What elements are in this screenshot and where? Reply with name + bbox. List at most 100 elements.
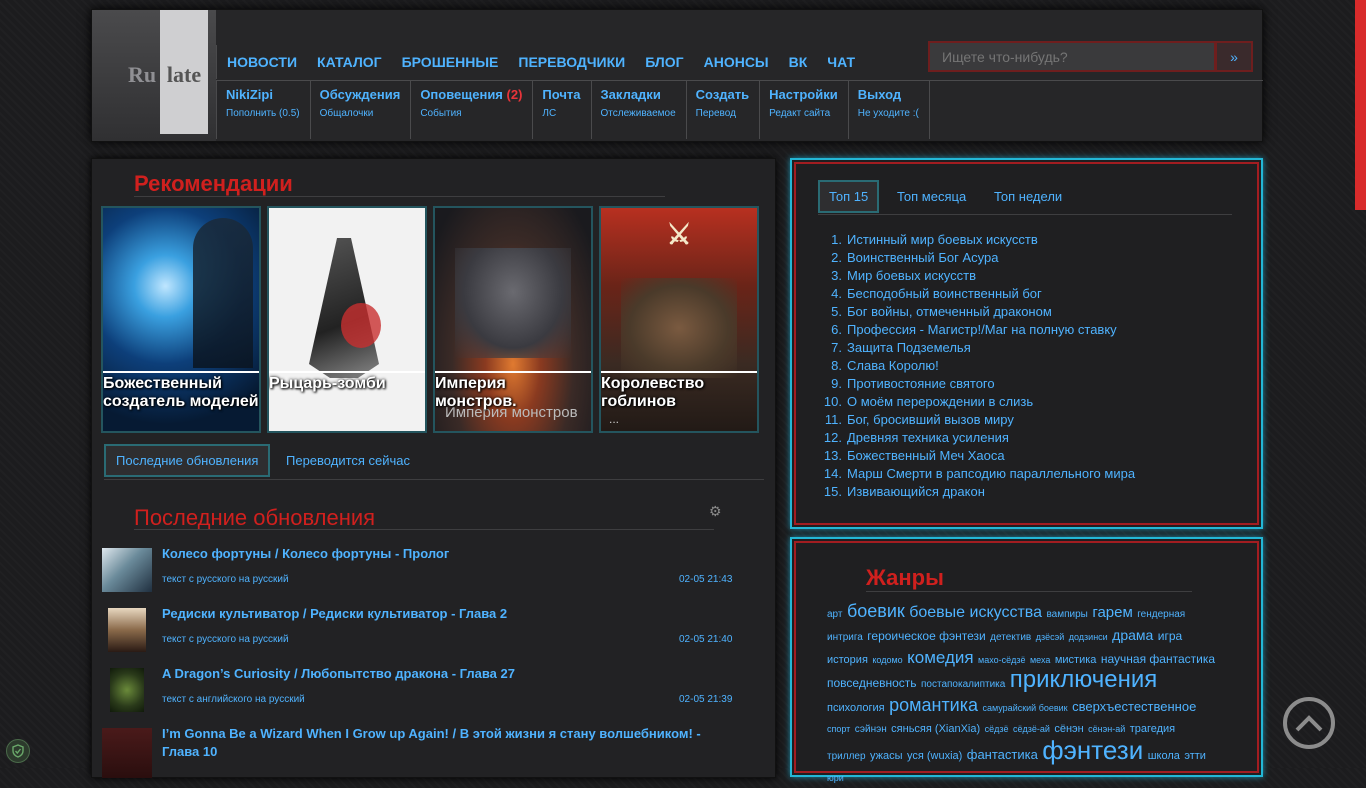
genre-tag[interactable]: уся (wuxia): [907, 750, 962, 762]
top-list-item[interactable]: 7. Защита Подземелья: [818, 339, 1135, 357]
top-list-item[interactable]: 13. Божественный Меч Хаоса: [818, 447, 1135, 465]
translation-link[interactable]: Перевод: [696, 108, 749, 119]
genre-tag[interactable]: арт: [827, 609, 842, 620]
search-button[interactable]: »: [1215, 41, 1253, 72]
top-item-title[interactable]: Защита Подземелья: [847, 340, 971, 355]
genre-tag[interactable]: самурайский боевик: [982, 703, 1067, 713]
tab-top-15[interactable]: Топ 15: [818, 180, 880, 213]
genre-tag[interactable]: приключения: [1010, 666, 1158, 693]
dont-leave-link[interactable]: Не уходите :(: [858, 108, 919, 119]
recommendation-card[interactable]: Рыцарь-зомби: [267, 206, 427, 433]
top-item-title[interactable]: Древняя техника усиления: [847, 430, 1009, 445]
genre-tag[interactable]: сёнэн: [1054, 723, 1083, 735]
nav-news[interactable]: НОВОСТИ: [227, 54, 297, 70]
genre-tag[interactable]: сёдзё: [985, 724, 1009, 734]
nav-announcements[interactable]: АНОНСЫ: [704, 54, 769, 70]
genre-tag[interactable]: психология: [827, 702, 885, 714]
recommendation-card[interactable]: Империя монстров Империя монстров.: [433, 206, 593, 433]
top-list-item[interactable]: 2. Воинственный Бог Асура: [818, 249, 1135, 267]
update-title-link[interactable]: I’m Gonna Be a Wizard When I Grow up Aga…: [162, 725, 722, 761]
balance-link[interactable]: Пополнить (0.5): [226, 108, 300, 119]
gear-icon[interactable]: ⚙: [709, 503, 722, 520]
top-item-title[interactable]: Мир боевых искусств: [847, 268, 976, 283]
genre-tag[interactable]: юри: [827, 773, 844, 783]
top-item-title[interactable]: Истинный мир боевых искусств: [847, 232, 1038, 247]
genre-tag[interactable]: дзёсэй: [1036, 632, 1065, 642]
site-editor-link[interactable]: Редакт сайта: [769, 108, 838, 119]
top-list-item[interactable]: 9. Противостояние святого: [818, 375, 1135, 393]
top-item-title[interactable]: Марш Смерти в рапсодию параллельного мир…: [847, 466, 1135, 481]
genre-tag[interactable]: меха: [1030, 655, 1050, 665]
top-item-title[interactable]: О моём перерождении в слизь: [847, 394, 1033, 409]
tracked-link[interactable]: Отслеживаемое: [601, 108, 676, 119]
genre-tag[interactable]: научная фантастика: [1101, 652, 1215, 666]
genre-tag[interactable]: игра: [1158, 629, 1182, 643]
top-item-title[interactable]: Бог войны, отмеченный драконом: [847, 304, 1052, 319]
top-item-title[interactable]: Бесподобный воинственный бог: [847, 286, 1042, 301]
nav-catalog[interactable]: КАТАЛОГ: [317, 54, 382, 70]
genre-tag[interactable]: сверхъестественное: [1072, 699, 1196, 714]
user-nav-profile[interactable]: NikiZipi Пополнить (0.5): [216, 81, 310, 139]
user-nav-bookmarks[interactable]: Закладки Отслеживаемое: [590, 81, 686, 139]
genre-tag[interactable]: драма: [1112, 627, 1153, 643]
book-thumbnail[interactable]: [102, 728, 152, 778]
tab-top-month[interactable]: Топ месяца: [897, 180, 966, 213]
user-nav-settings[interactable]: Настройки Редакт сайта: [759, 81, 848, 139]
tab-translating-now[interactable]: Переводится сейчас: [286, 444, 410, 477]
nav-blog[interactable]: БЛОГ: [645, 54, 683, 70]
genre-tag[interactable]: школа: [1148, 750, 1180, 762]
top-list-item[interactable]: 14. Марш Смерти в рапсодию параллельного …: [818, 465, 1135, 483]
nav-abandoned[interactable]: БРОШЕННЫЕ: [402, 54, 499, 70]
recommendation-card[interactable]: ⚔ ... Королевство гоблинов: [599, 206, 759, 433]
book-thumbnail[interactable]: [108, 608, 146, 652]
top-item-title[interactable]: Воинственный Бог Асура: [847, 250, 998, 265]
nav-vk[interactable]: ВК: [789, 54, 808, 70]
genre-tag[interactable]: сяньсяя (XianXia): [891, 723, 980, 735]
page-scrollbar-thumb[interactable]: [1355, 0, 1366, 210]
user-nav-logout[interactable]: Выход Не уходите :(: [847, 81, 930, 139]
genre-tag[interactable]: этти: [1184, 750, 1206, 762]
genre-tag[interactable]: вампиры: [1046, 609, 1087, 620]
genre-tag[interactable]: триллер: [827, 751, 866, 762]
tab-latest-updates[interactable]: Последние обновления: [104, 444, 271, 477]
recommendation-card[interactable]: Божественный создатель моделей: [101, 206, 261, 433]
top-list-item[interactable]: 12. Древняя техника усиления: [818, 429, 1135, 447]
top-list-item[interactable]: 11. Бог, бросивший вызов миру: [818, 411, 1135, 429]
genre-tag[interactable]: гарем: [1092, 604, 1132, 621]
genre-tag[interactable]: махо-сёдзё: [978, 655, 1025, 665]
site-logo[interactable]: Ru late: [92, 10, 216, 141]
top-list-item[interactable]: 8. Слава Королю!: [818, 357, 1135, 375]
nav-chat[interactable]: ЧАТ: [827, 54, 855, 70]
nav-translators[interactable]: ПЕРЕВОДЧИКИ: [518, 54, 625, 70]
genre-tag[interactable]: постапокалиптика: [921, 679, 1005, 690]
user-nav-mail[interactable]: Почта ЛС: [532, 81, 590, 139]
top-list-item[interactable]: 3. Мир боевых искусств: [818, 267, 1135, 285]
search-input[interactable]: [928, 41, 1216, 72]
book-thumbnail[interactable]: [102, 548, 152, 592]
user-nav-notifications[interactable]: Оповещения (2) События: [410, 81, 532, 139]
genre-tag[interactable]: детектив: [990, 632, 1031, 643]
genre-tag[interactable]: комедия: [907, 648, 973, 667]
pm-link[interactable]: ЛС: [542, 108, 580, 119]
genre-tag[interactable]: фантастика: [967, 747, 1038, 762]
top-item-title[interactable]: Профессия - Магистр!/Маг на полную ставк…: [847, 322, 1117, 337]
genre-tag[interactable]: додзинси: [1069, 632, 1108, 642]
genre-tag[interactable]: спорт: [827, 724, 850, 734]
update-title-link[interactable]: A Dragon’s Curiosity / Любопытство драко…: [162, 665, 722, 683]
genre-tag[interactable]: романтика: [889, 695, 978, 715]
genre-tag[interactable]: ужасы: [870, 750, 903, 762]
genre-tag[interactable]: фэнтези: [1042, 735, 1143, 765]
top-list-item[interactable]: 10. О моём перерождении в слизь: [818, 393, 1135, 411]
genre-tag[interactable]: сёдзё-ай: [1013, 724, 1050, 734]
top-list-item[interactable]: 4. Бесподобный воинственный бог: [818, 285, 1135, 303]
top-list-item[interactable]: 1. Истинный мир боевых искусств: [818, 231, 1135, 249]
top-list-item[interactable]: 15. Извивающийся дракон: [818, 483, 1135, 501]
update-title-link[interactable]: Колесо фортуны / Колесо фортуны - Пролог: [162, 545, 722, 563]
top-list-item[interactable]: 6. Профессия - Магистр!/Маг на полную ста…: [818, 321, 1135, 339]
top-item-title[interactable]: Извивающийся дракон: [847, 484, 985, 499]
update-title-link[interactable]: Редиски культиватор / Редиски культивато…: [162, 605, 722, 623]
genre-tag[interactable]: боевые искусства: [909, 604, 1042, 621]
genre-tag[interactable]: героическое фэнтези: [867, 629, 985, 643]
genre-tag[interactable]: сэйнэн: [855, 724, 887, 735]
shield-icon[interactable]: [6, 739, 30, 763]
